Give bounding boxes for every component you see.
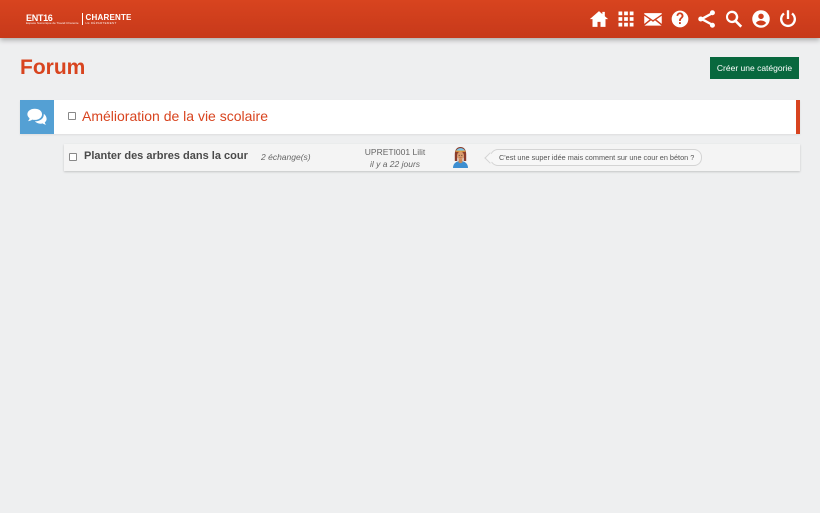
chat-bubbles-icon [20,100,54,134]
subject-row[interactable]: Planter des arbres dans la cour 2 échang… [64,144,800,171]
ent16-charente-logo[interactable]: ENT16 Espace Numérique de Travail Charen… [26,12,132,26]
header-nav [582,9,798,29]
apps-icon[interactable] [616,9,636,29]
create-category-button[interactable]: Créer une catégorie [710,57,799,79]
search-icon[interactable] [724,9,744,29]
share-icon[interactable] [697,9,717,29]
category-title[interactable]: Amélioration de la vie scolaire [82,108,268,124]
power-icon[interactable] [778,9,798,29]
avatar [453,147,468,168]
top-navigation-bar: ENT16 Espace Numérique de Travail Charen… [0,0,820,38]
logo-separator [81,13,83,25]
logo-ent: ENT16 Espace Numérique de Travail Charen… [26,12,79,25]
page-title: Forum [20,56,86,79]
category-checkbox[interactable] [68,112,76,120]
subject-checkbox[interactable] [69,153,77,161]
mail-icon[interactable] [643,9,663,29]
post-time: il y a 22 jours [369,159,421,169]
account-icon[interactable] [751,9,771,29]
help-icon[interactable] [670,9,690,29]
logo-department: CHARENTE LE DÉPARTEMENT [85,12,132,25]
author-name: UPRETI001 Lilit [364,147,426,157]
home-icon[interactable] [589,9,609,29]
last-author-info: UPRETI001 Lilit il y a 22 jours [334,146,456,170]
last-message-bubble[interactable]: C'est une super idée mais comment sur un… [490,149,703,166]
subject-title[interactable]: Planter des arbres dans la cour [84,150,248,162]
message-count: 2 échange(s) [261,152,311,162]
category-row: Amélioration de la vie scolaire [20,100,800,134]
